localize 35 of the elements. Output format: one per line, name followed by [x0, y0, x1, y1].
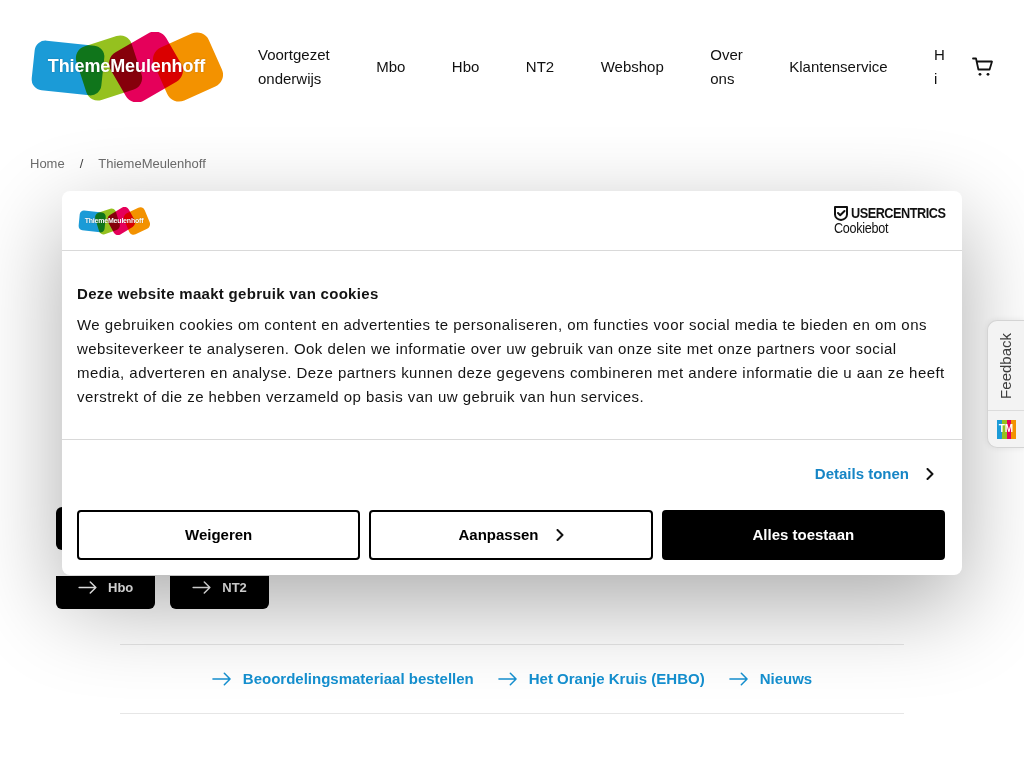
dialog-text: We gebruiken cookies om content en advertenties te personaliseren, om functies voor social media te bieden en om ons websiteverkeer te analyseren. Ook delen we informatie over uw gebruik van onze site met onze partners voor social media, adverteren en analyse. Deze partners kunnen deze gegevens combineren met andere informatie die u aan ze heeft verstrekt of die ze hebben verzameld op basis van uw gebruik van hun services.: [77, 315, 946, 407]
details-link[interactable]: Details tonen: [814, 462, 934, 486]
tm-logo: TM: [996, 419, 1016, 439]
feedback-tab[interactable]: Feedback TM: [987, 320, 1024, 448]
nav-link[interactable]: Voortgezet onderwijs: [258, 42, 330, 91]
nav-link[interactable]: Over ons: [710, 42, 743, 91]
dialog-button[interactable]: Alles toestaan: [661, 510, 945, 560]
arrow-right-icon: [497, 672, 517, 686]
nav-link[interactable]: Mbo: [376, 54, 406, 79]
breadcrumb-link[interactable]: Home: [30, 156, 65, 172]
arrow-right-icon: [78, 581, 97, 594]
section-button[interactable]: Hbo: [56, 576, 156, 609]
chevron-icon: [926, 468, 934, 480]
button-edge: [56, 507, 62, 550]
provider-name: USERCENTRICS: [850, 205, 946, 221]
cart-icon[interactable]: [972, 56, 994, 77]
dialog-button[interactable]: Aanpassen: [369, 510, 653, 560]
section-button[interactable]: NT2: [170, 576, 269, 609]
product-name: Cookiebot: [833, 221, 889, 236]
shield-icon: [833, 205, 848, 221]
quick-link[interactable]: Het Oranje Kruis (EHBO): [497, 667, 705, 691]
nav-link[interactable]: Hbo: [451, 54, 480, 79]
nav-link[interactable]: Webshop: [600, 54, 664, 79]
dialog-title: Deze website maakt gebruik van cookies: [77, 285, 380, 302]
dialog-button[interactable]: Weigeren: [77, 510, 361, 560]
breadcrumb-separator: /: [79, 156, 84, 172]
arrow-right-icon: [211, 672, 231, 686]
nav-link[interactable]: Klantenservice: [789, 54, 888, 79]
arrow-right-icon: [728, 672, 748, 686]
quick-link[interactable]: Nieuws: [728, 667, 813, 691]
quick-link[interactable]: Beoordelingsmateriaal bestellen: [211, 667, 474, 691]
nav-link[interactable]: H i: [934, 42, 945, 91]
arrow-right-icon: [192, 581, 212, 594]
breadcrumb-link[interactable]: ThiemeMeulenhoff: [98, 156, 206, 172]
nav-link[interactable]: NT2: [525, 54, 555, 79]
